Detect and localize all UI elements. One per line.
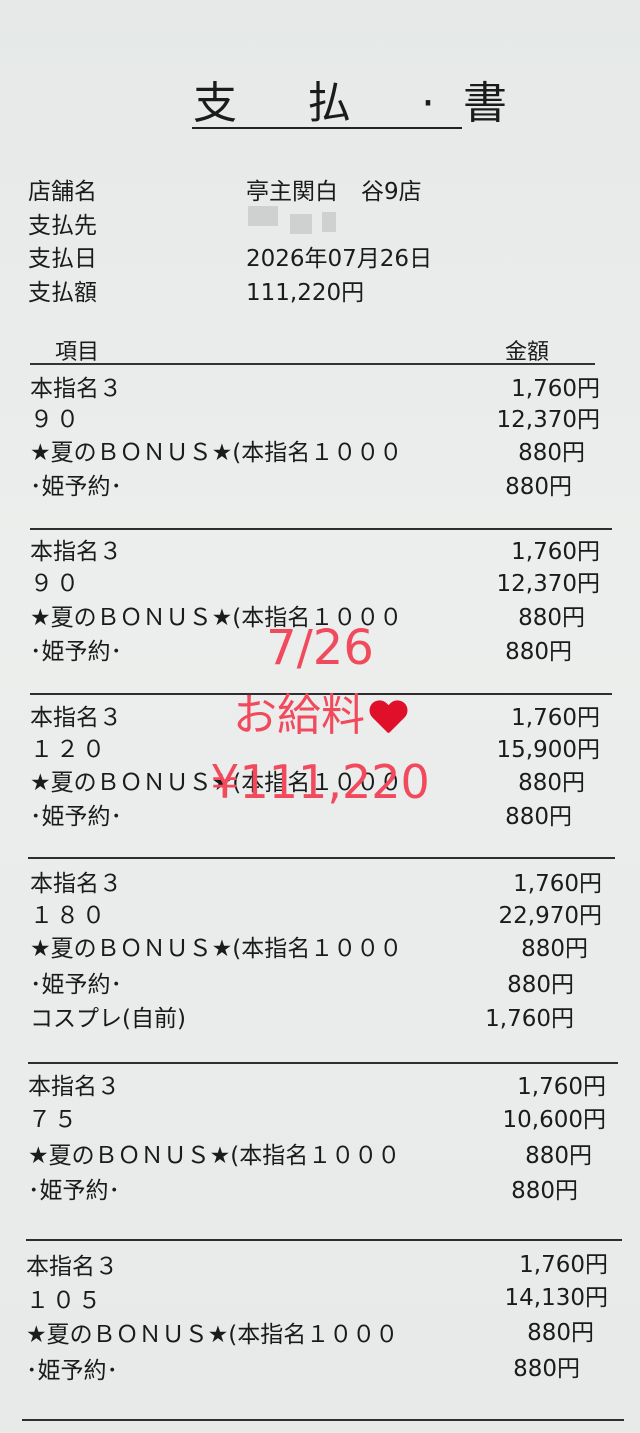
line-item-amount: 880円 — [505, 474, 572, 500]
payment-amount-label: 支払額 — [28, 280, 97, 306]
line-item-amount: 1,760円 — [511, 376, 600, 402]
line-item-amount: 12,370円 — [496, 407, 600, 433]
line-item-name: ９０ — [30, 407, 82, 433]
redacted-payee — [322, 212, 336, 232]
line-item-amount: 880円 — [518, 770, 585, 796]
line-item-name: １０５ — [26, 1288, 104, 1314]
line-item-amount: 880円 — [513, 1356, 580, 1382]
line-item-amount: 22,970円 — [498, 903, 602, 929]
store-name-label: 店舗名 — [28, 179, 97, 205]
line-item-name: 本指名３ — [28, 1074, 120, 1100]
line-item-amount: 1,760円 — [511, 705, 600, 731]
line-item-amount: 12,370円 — [496, 571, 600, 597]
line-item-amount: 880円 — [518, 605, 585, 631]
line-item-amount: 880円 — [525, 1143, 592, 1169]
line-item-amount: 1,760円 — [485, 1006, 574, 1032]
group-divider — [22, 1419, 624, 1421]
redacted-payee — [290, 214, 312, 234]
line-item-name: ★夏のＢＯＮＵＳ★(本指名１０００ — [26, 1322, 399, 1348]
line-item-name: 本指名３ — [30, 539, 122, 565]
line-item-amount: 880円 — [518, 440, 585, 466]
overlay-date: 7/26 — [266, 620, 374, 676]
line-item-amount: 1,760円 — [513, 871, 602, 897]
line-item-amount: 880円 — [505, 639, 572, 665]
line-item-name: １８０ — [30, 903, 108, 929]
line-item-name: コスプレ(自前) — [30, 1006, 186, 1032]
overlay-salary-line: お給料 — [150, 686, 490, 746]
line-item-amount: 880円 — [527, 1320, 594, 1346]
line-item-name: 本指名３ — [30, 705, 122, 731]
group-divider — [30, 528, 612, 530]
redacted-payee — [248, 206, 278, 226]
line-item-amount: 880円 — [505, 804, 572, 830]
line-item-name: 本指名３ — [30, 376, 122, 402]
overlay-salary-label: お給料 — [233, 690, 365, 741]
store-name-value: 亭主関白 谷9店 — [246, 179, 422, 205]
line-item-amount: 14,130円 — [504, 1285, 608, 1311]
line-item-name: ９０ — [30, 571, 82, 597]
line-item-name: ★夏のＢＯＮＵＳ★(本指名１０００ — [28, 1143, 401, 1169]
payee-label: 支払先 — [28, 213, 97, 239]
line-item-name: ７５ — [28, 1107, 80, 1133]
line-item-name: １２０ — [30, 737, 108, 763]
payment-date-value: 2026年07月26日 — [246, 246, 433, 272]
line-item-name: ･姫予約･ — [30, 972, 122, 998]
group-divider — [28, 1062, 618, 1064]
title-underline — [192, 127, 462, 129]
header-divider — [30, 363, 595, 365]
red-heart-icon — [369, 701, 407, 735]
line-item-amount: 1,760円 — [511, 539, 600, 565]
line-item-name: ★夏のＢＯＮＵＳ★(本指名１０００ — [30, 936, 403, 962]
receipt-paper: 支 払 ·書 店舗名 亭主関白 谷9店 支払先 支払日 2026年07月26日 … — [0, 0, 640, 1433]
line-item-amount: 880円 — [521, 936, 588, 962]
line-item-amount: 10,600円 — [502, 1107, 606, 1133]
line-item-amount: 880円 — [511, 1178, 578, 1204]
line-item-amount: 1,760円 — [519, 1252, 608, 1278]
document-title: 支 払 ·書 — [193, 78, 535, 129]
group-divider — [26, 1239, 622, 1241]
overlay-salary-amount: ¥111,220 — [210, 755, 430, 809]
line-item-amount: 15,900円 — [496, 737, 600, 763]
group-divider — [28, 857, 615, 859]
payment-date-label: 支払日 — [28, 246, 97, 272]
line-item-name: 本指名３ — [30, 871, 122, 897]
line-item-name: ･姫予約･ — [26, 1358, 118, 1384]
line-item-name: ･姫予約･ — [30, 474, 122, 500]
payment-amount-value: 111,220円 — [246, 280, 365, 306]
line-item-name: 本指名３ — [26, 1254, 118, 1280]
line-item-name: ･姫予約･ — [28, 1178, 120, 1204]
line-item-name: ★夏のＢＯＮＵＳ★(本指名１０００ — [30, 440, 403, 466]
line-item-amount: 880円 — [507, 972, 574, 998]
line-item-name: ･姫予約･ — [30, 639, 122, 665]
line-item-amount: 1,760円 — [517, 1074, 606, 1100]
line-item-name: ･姫予約･ — [30, 804, 122, 830]
